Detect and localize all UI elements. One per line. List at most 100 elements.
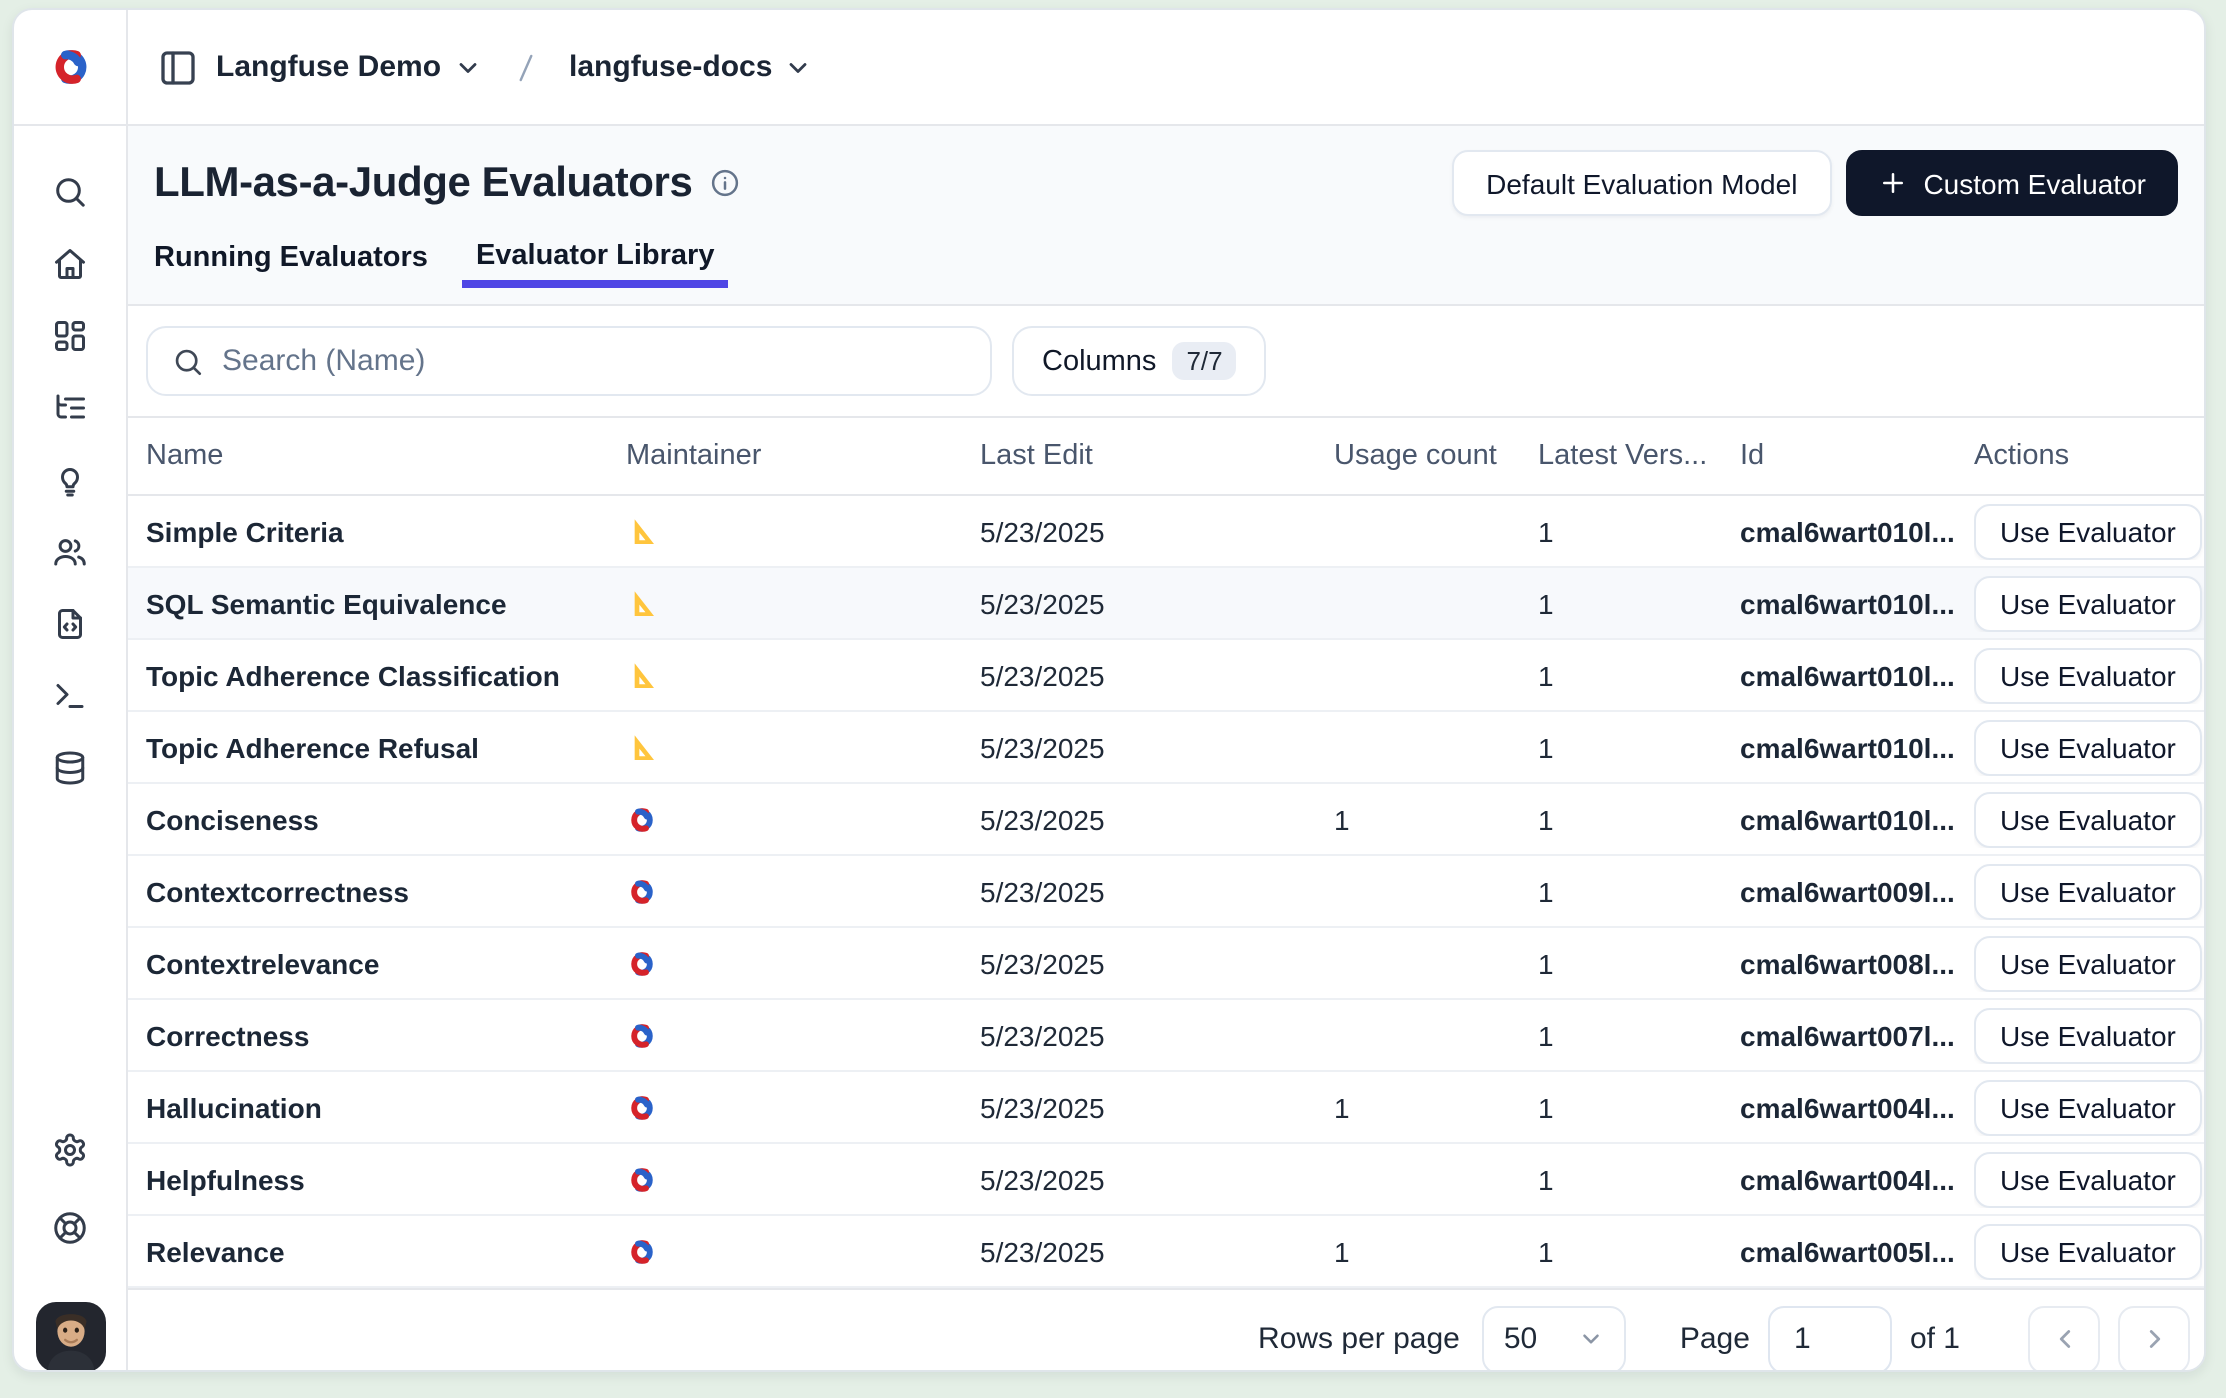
langfuse-maintainer-icon [626, 947, 658, 979]
use-evaluator-button[interactable]: Use Evaluator [1974, 719, 2202, 775]
use-evaluator-button[interactable]: Use Evaluator [1974, 1151, 2202, 1207]
app-window: Langfuse Demo langfuse-docs [0, 0, 2226, 1398]
org-switcher[interactable]: Langfuse Demo [216, 50, 481, 84]
chevron-right-icon [2139, 1324, 2169, 1354]
plus-icon [1877, 168, 1907, 198]
table-row: Simple Criteria 5/23/2025 1 cmal6wart010… [128, 496, 2204, 568]
evaluator-id-cell: cmal6wart009l... [1740, 875, 1974, 907]
tab-running-evaluators[interactable]: Running Evaluators [154, 242, 428, 288]
column-header-last-edit: Last Edit [980, 440, 1334, 472]
org-name: Langfuse Demo [216, 50, 441, 84]
maintainer-cell [626, 803, 980, 835]
info-icon[interactable] [710, 168, 740, 198]
use-evaluator-button[interactable]: Use Evaluator [1974, 503, 2202, 559]
table-row: Relevance 5/23/2025 1 1 cmal6wart005l...… [128, 1216, 2204, 1288]
langfuse-maintainer-icon [626, 1019, 658, 1051]
actions-cell: Use Evaluator [1974, 1151, 2204, 1207]
usage-count-cell: 1 [1334, 1091, 1538, 1123]
evaluator-name: Simple Criteria [128, 515, 626, 547]
actions-cell: Use Evaluator [1974, 719, 2204, 775]
langfuse-logo[interactable] [14, 10, 128, 126]
avatar-image [35, 1302, 105, 1372]
column-header-latest-version: Latest Vers... [1538, 440, 1740, 472]
rows-per-page-select[interactable]: 50 [1482, 1305, 1626, 1372]
user-avatar[interactable] [35, 1302, 105, 1372]
table-row: Helpfulness 5/23/2025 1 cmal6wart004l...… [128, 1144, 2204, 1216]
table-toolbar: Columns 7/7 [146, 326, 2178, 396]
search-icon [172, 345, 204, 377]
usage-count-cell: 1 [1334, 1235, 1538, 1267]
column-header-usage-count: Usage count [1334, 440, 1538, 472]
actions-cell: Use Evaluator [1974, 575, 2204, 631]
evaluator-name: Topic Adherence Classification [128, 659, 626, 691]
file-code-icon[interactable] [44, 598, 96, 650]
page-number-input[interactable] [1768, 1305, 1892, 1372]
latest-version-cell: 1 [1538, 803, 1740, 835]
actions-cell: Use Evaluator [1974, 935, 2204, 991]
last-edit-cell: 5/23/2025 [980, 1091, 1334, 1123]
default-evaluation-model-button[interactable]: Default Evaluation Model [1452, 150, 1831, 216]
main-area: LLM-as-a-Judge Evaluators Default Evalua… [128, 126, 2204, 1372]
columns-button[interactable]: Columns 7/7 [1012, 326, 1267, 396]
evaluator-id-cell: cmal6wart010l... [1740, 731, 1974, 763]
table-row: Conciseness 5/23/2025 1 1 cmal6wart010l.… [128, 784, 2204, 856]
project-switcher[interactable]: langfuse-docs [569, 50, 812, 84]
maintainer-cell [626, 659, 980, 691]
evaluator-id-cell: cmal6wart010l... [1740, 587, 1974, 619]
use-evaluator-button[interactable]: Use Evaluator [1974, 575, 2202, 631]
maintainer-cell [626, 1163, 980, 1195]
search-box [146, 326, 992, 396]
ragas-maintainer-icon [626, 587, 658, 619]
ragas-maintainer-icon [626, 731, 658, 763]
pagination-footer: Rows per page 50 Page of 1 [128, 1288, 2204, 1372]
table-row: Topic Adherence Classification 5/23/2025… [128, 640, 2204, 712]
langfuse-maintainer-icon [626, 803, 658, 835]
next-page-button[interactable] [2118, 1305, 2190, 1372]
last-edit-cell: 5/23/2025 [980, 1235, 1334, 1267]
maintainer-cell [626, 1091, 980, 1123]
terminal-icon[interactable] [44, 670, 96, 722]
last-edit-cell: 5/23/2025 [980, 587, 1334, 619]
table-row: SQL Semantic Equivalence 5/23/2025 1 cma… [128, 568, 2204, 640]
use-evaluator-button[interactable]: Use Evaluator [1974, 1223, 2202, 1279]
users-icon[interactable] [44, 526, 96, 578]
evaluators-table: Name Maintainer Last Edit Usage count La… [128, 416, 2204, 1288]
table-row: Correctness 5/23/2025 1 cmal6wart007l...… [128, 1000, 2204, 1072]
use-evaluator-button[interactable]: Use Evaluator [1974, 1079, 2202, 1135]
tab-evaluator-library[interactable]: Evaluator Library [462, 240, 729, 288]
settings-gear-icon[interactable] [44, 1124, 96, 1176]
previous-page-button[interactable] [2028, 1305, 2100, 1372]
langfuse-maintainer-icon [626, 875, 658, 907]
page-of-label: of 1 [1910, 1322, 1960, 1356]
dashboard-grid-icon[interactable] [44, 310, 96, 362]
latest-version-cell: 1 [1538, 515, 1740, 547]
use-evaluator-button[interactable]: Use Evaluator [1974, 935, 2202, 991]
search-input[interactable] [222, 344, 966, 378]
home-icon[interactable] [44, 238, 96, 290]
panel-left-toggle-icon[interactable] [158, 47, 198, 87]
search-icon[interactable] [44, 166, 96, 218]
last-edit-cell: 5/23/2025 [980, 515, 1334, 547]
use-evaluator-button[interactable]: Use Evaluator [1974, 863, 2202, 919]
use-evaluator-button[interactable]: Use Evaluator [1974, 791, 2202, 847]
table-body: Simple Criteria 5/23/2025 1 cmal6wart010… [128, 496, 2204, 1288]
usage-count-cell: 1 [1334, 803, 1538, 835]
use-evaluator-button[interactable]: Use Evaluator [1974, 1007, 2202, 1063]
langfuse-maintainer-icon [626, 1235, 658, 1267]
lightbulb-icon[interactable] [44, 454, 96, 506]
last-edit-cell: 5/23/2025 [980, 1163, 1334, 1195]
ragas-maintainer-icon [626, 515, 658, 547]
use-evaluator-button[interactable]: Use Evaluator [1974, 647, 2202, 703]
custom-evaluator-button[interactable]: Custom Evaluator [1845, 150, 2178, 216]
columns-label: Columns [1042, 345, 1156, 377]
top-navbar: Langfuse Demo langfuse-docs [128, 10, 2204, 126]
breadcrumb-slash-icon [507, 49, 543, 85]
evaluator-name: Contextcorrectness [128, 875, 626, 907]
life-buoy-icon[interactable] [44, 1202, 96, 1254]
langfuse-maintainer-icon [626, 1163, 658, 1195]
database-icon[interactable] [44, 742, 96, 794]
latest-version-cell: 1 [1538, 1235, 1740, 1267]
table-header-row: Name Maintainer Last Edit Usage count La… [128, 418, 2204, 496]
evaluator-id-cell: cmal6wart008l... [1740, 947, 1974, 979]
list-tree-icon[interactable] [44, 382, 96, 434]
